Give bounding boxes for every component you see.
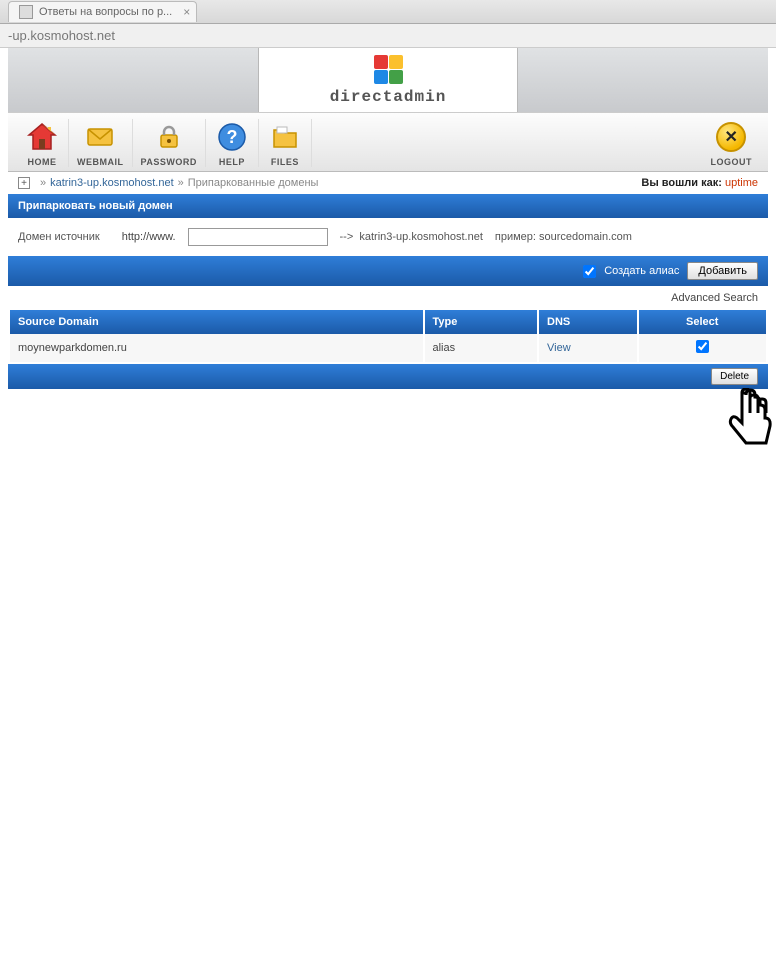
- login-label: Вы вошли как:: [641, 177, 722, 189]
- files-icon: [267, 119, 303, 155]
- logout-icon: [713, 119, 749, 155]
- create-alias-label: Создать алиас: [604, 265, 679, 277]
- tab-title: Ответы на вопросы по р...: [39, 6, 172, 18]
- lock-icon: [151, 119, 187, 155]
- nav-files-label: FILES: [271, 157, 299, 167]
- nav-password-label: PASSWORD: [141, 157, 197, 167]
- mail-icon: [82, 119, 118, 155]
- source-domain-input[interactable]: [188, 228, 328, 246]
- header: directadmin: [8, 48, 768, 112]
- arrow-label: --> katrin3-up.kosmohost.net: [340, 231, 483, 243]
- view-link[interactable]: View: [547, 342, 571, 354]
- expand-icon[interactable]: +: [18, 177, 30, 189]
- example-text: пример: sourcedomain.com: [495, 231, 632, 243]
- cursor-pointer-icon: [724, 388, 774, 458]
- cell-source: moynewparkdomen.ru: [10, 334, 423, 362]
- table-row: moynewparkdomen.ru alias View: [10, 334, 766, 362]
- cell-select: [639, 334, 767, 362]
- row-select-checkbox[interactable]: [696, 340, 709, 353]
- advanced-search-row: Advanced Search: [8, 286, 768, 310]
- cell-type: alias: [425, 334, 538, 362]
- address-bar[interactable]: -up.kosmohost.net: [0, 24, 776, 48]
- breadcrumb: + » katrin3-up.kosmohost.net » Припарков…: [8, 172, 768, 194]
- nav-webmail[interactable]: WEBMAIL: [69, 119, 133, 167]
- nav-logout-label: LOGOUT: [711, 157, 753, 167]
- delete-button[interactable]: Delete: [711, 368, 758, 385]
- browser-tab[interactable]: Ответы на вопросы по р... ×: [8, 1, 197, 22]
- nav-logout[interactable]: LOGOUT: [703, 119, 761, 167]
- nav-files[interactable]: FILES: [259, 119, 312, 167]
- logo-panel: directadmin: [258, 48, 518, 112]
- breadcrumb-sep: »: [178, 177, 184, 189]
- browser-tab-bar: Ответы на вопросы по р... ×: [0, 0, 776, 24]
- table-footer-bar: Delete: [8, 364, 768, 389]
- cell-dns: View: [539, 334, 637, 362]
- action-bar: Создать алиас Добавить: [8, 256, 768, 286]
- nav-webmail-label: WEBMAIL: [77, 157, 124, 167]
- nav-bar: HOME WEBMAIL PASSWORD ? HELP FILES: [8, 112, 768, 172]
- svg-text:?: ?: [226, 127, 237, 147]
- add-button[interactable]: Добавить: [687, 262, 758, 280]
- section-park-title: Припарковать новый домен: [8, 194, 768, 218]
- logo-icon: [374, 55, 403, 84]
- col-type[interactable]: Type: [425, 310, 538, 334]
- close-tab-icon[interactable]: ×: [183, 5, 190, 19]
- source-label: Домен источник: [18, 231, 100, 243]
- url-prefix: http://www.: [122, 231, 176, 243]
- nav-home[interactable]: HOME: [16, 119, 69, 167]
- advanced-search-link[interactable]: Advanced Search: [671, 292, 758, 304]
- logo-text: directadmin: [330, 88, 447, 106]
- col-select[interactable]: Select: [639, 310, 767, 334]
- help-icon: ?: [214, 119, 250, 155]
- source-domain-form: Домен источник http://www. --> katrin3-u…: [8, 218, 768, 256]
- nav-help[interactable]: ? HELP: [206, 119, 259, 167]
- create-alias-checkbox[interactable]: [583, 265, 596, 278]
- breadcrumb-current: Припаркованные домены: [188, 177, 319, 189]
- breadcrumb-sep: »: [40, 177, 46, 189]
- home-icon: [24, 119, 60, 155]
- login-info: Вы вошли как: uptime: [641, 177, 758, 189]
- nav-password[interactable]: PASSWORD: [133, 119, 206, 167]
- breadcrumb-link[interactable]: katrin3-up.kosmohost.net: [50, 177, 174, 189]
- nav-help-label: HELP: [219, 157, 245, 167]
- tab-favicon: [19, 5, 33, 19]
- login-user: uptime: [725, 177, 758, 189]
- col-source[interactable]: Source Domain: [10, 310, 423, 334]
- nav-home-label: HOME: [28, 157, 57, 167]
- domains-table: Source Domain Type DNS Select moynewpark…: [8, 310, 768, 362]
- col-dns[interactable]: DNS: [539, 310, 637, 334]
